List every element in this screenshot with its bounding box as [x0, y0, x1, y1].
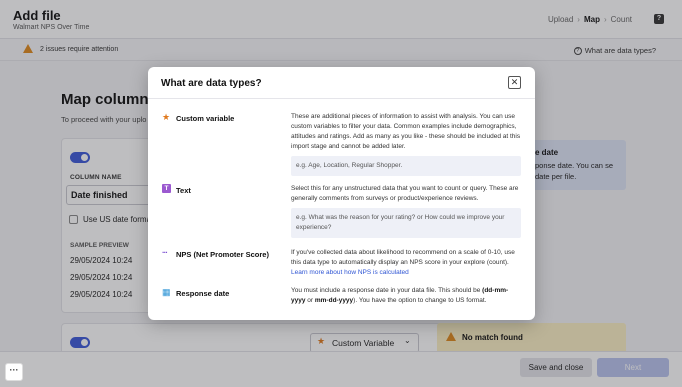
data-types-modal: What are data types? ✕ ★ Custom variable…: [148, 67, 535, 320]
data-type-example: e.g. Age, Location, Regular Shopper.: [291, 156, 521, 176]
data-type-description: You must include a response date in your…: [291, 286, 521, 306]
data-type-description: These are additional pieces of informati…: [291, 113, 521, 150]
text-icon: T: [162, 184, 171, 193]
data-type-name: Text: [176, 186, 191, 195]
data-type-name: NPS (Net Promoter Score): [176, 250, 269, 259]
star-icon: ★: [162, 112, 171, 122]
more-menu-button[interactable]: ···: [5, 363, 23, 381]
response-date-description: You must include a response date in your…: [291, 287, 481, 294]
modal-title: What are data types?: [161, 78, 262, 89]
nps-learn-more-link[interactable]: Learn more about how NPS is calculated: [291, 269, 409, 276]
data-type-name: Custom variable: [176, 114, 235, 123]
calendar-icon: ▦: [162, 287, 171, 297]
data-type-description: Select this for any unstructured data th…: [291, 185, 519, 202]
response-date-description-end: ). You have the option to change to US f…: [353, 297, 487, 304]
modal-divider: [148, 98, 535, 99]
response-date-or: or: [305, 297, 315, 304]
close-icon[interactable]: ✕: [508, 76, 521, 89]
nps-description-text: If you've collected data about likelihoo…: [291, 249, 515, 266]
nps-icon: ···: [162, 248, 168, 257]
data-type-example: e.g. What was the reason for your rating…: [291, 208, 521, 238]
data-type-name: Response date: [176, 289, 230, 298]
date-format-mm-dd-yyyy: mm-dd-yyyy: [314, 297, 354, 304]
data-type-description: If you've collected data about likelihoo…: [291, 248, 521, 278]
